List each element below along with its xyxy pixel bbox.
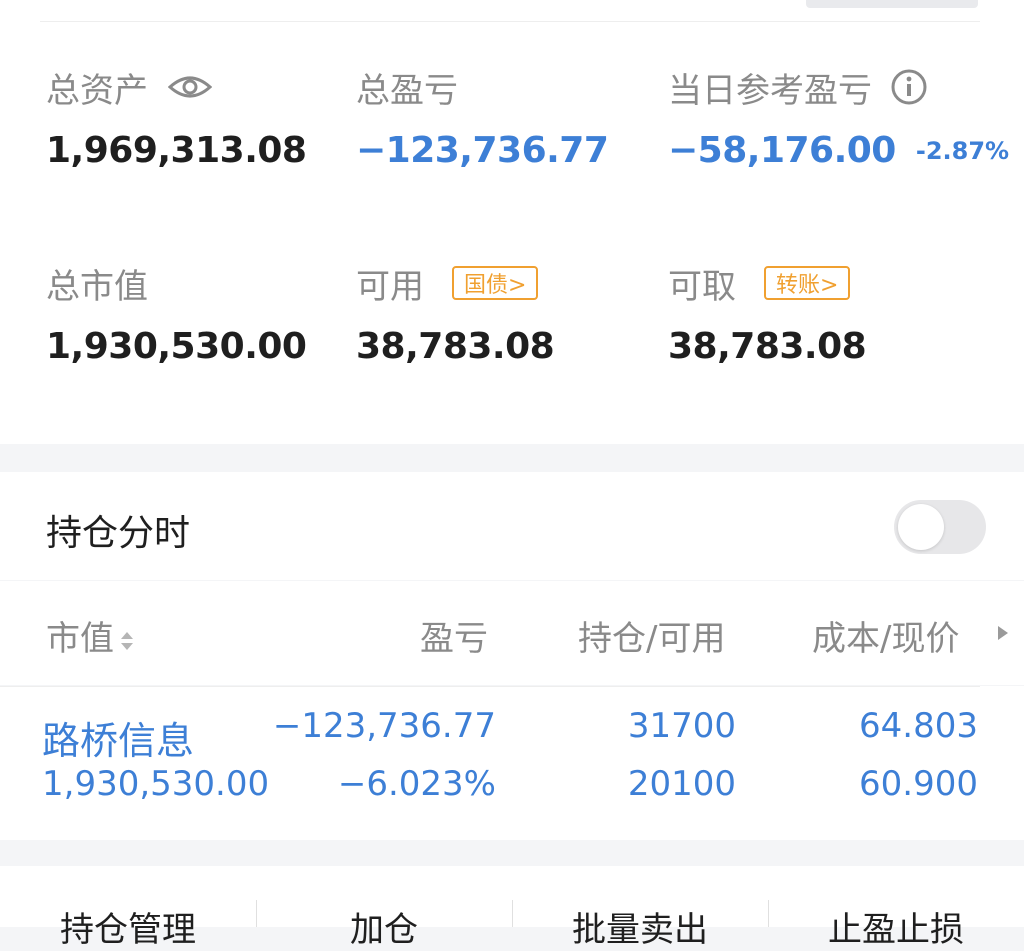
available-funds: 可用 国债> 38,783.08 (356, 262, 555, 367)
column-pnl[interactable]: 盈亏 (420, 611, 488, 660)
total-pnl-value: −123,736.77 (356, 130, 609, 171)
market-value-value: 1,930,530.00 (46, 326, 307, 367)
daily-pnl: 当日参考盈亏 −58,176.00 -2.87% (668, 66, 1009, 171)
stock-pnl-percent: −6.023% (337, 764, 496, 804)
withdrawable-value: 38,783.08 (668, 326, 867, 367)
stock-market-value: 1,930,530.00 (42, 764, 270, 804)
sort-icon[interactable] (118, 626, 136, 656)
action-bar: 持仓管理 加仓 批量卖出 止盈止损 (0, 866, 1024, 950)
top-handle (806, 0, 978, 8)
total-assets-value: 1,969,313.08 (46, 130, 307, 171)
treasury-bond-link[interactable]: 国债> (452, 266, 539, 300)
timeshare-toggle[interactable] (894, 500, 986, 554)
column-position-available[interactable]: 持仓/可用 (578, 611, 725, 660)
info-icon[interactable] (890, 68, 928, 106)
total-assets-label: 总资产 (46, 70, 148, 111)
top-bar (0, 0, 1024, 22)
available-value: 38,783.08 (356, 326, 555, 367)
daily-pnl-label: 当日参考盈亏 (668, 70, 872, 111)
total-pnl: 总盈亏 −123,736.77 (356, 66, 609, 172)
column-market-value[interactable]: 市值 (46, 611, 136, 660)
asset-summary-card: 总资产 1,969,313.08 总盈亏 −123,736.77 当日参考盈亏 … (0, 22, 1024, 444)
available-label: 可用 (356, 266, 424, 307)
timeshare-title: 持仓分时 (46, 513, 191, 554)
position-timeshare-row: 持仓分时 (0, 472, 1024, 580)
stock-position: 31700 (627, 706, 736, 746)
withdrawable-label: 可取 (668, 266, 736, 307)
transfer-link[interactable]: 转账> (764, 266, 851, 300)
stock-available: 20100 (627, 764, 736, 804)
stock-pnl: −123,736.77 (272, 706, 496, 746)
total-assets: 总资产 1,969,313.08 (46, 66, 307, 172)
total-pnl-label: 总盈亏 (356, 70, 458, 111)
divider (0, 686, 980, 687)
withdrawable-funds: 可取 转账> 38,783.08 (668, 262, 867, 367)
stock-name[interactable]: 路桥信息 (42, 710, 194, 765)
more-columns-arrow-icon[interactable] (996, 625, 1010, 641)
market-value: 总市值 1,930,530.00 (46, 262, 307, 368)
market-value-label: 总市值 (46, 266, 148, 307)
column-market-value-label: 市值 (46, 619, 114, 659)
daily-pnl-value: −58,176.00 (668, 130, 896, 171)
daily-pnl-percent: -2.87% (915, 136, 1010, 165)
stock-price: 60.900 (859, 764, 978, 804)
holdings-table-header: 市值 盈亏 持仓/可用 成本/现价 (0, 581, 1024, 685)
table-row[interactable]: 路桥信息 1,930,530.00 −123,736.77 −6.023% 31… (0, 686, 1024, 840)
eye-icon[interactable] (168, 73, 212, 101)
stock-cost: 64.803 (859, 706, 978, 746)
column-cost-price[interactable]: 成本/现价 (812, 611, 959, 660)
toggle-knob (898, 504, 944, 550)
